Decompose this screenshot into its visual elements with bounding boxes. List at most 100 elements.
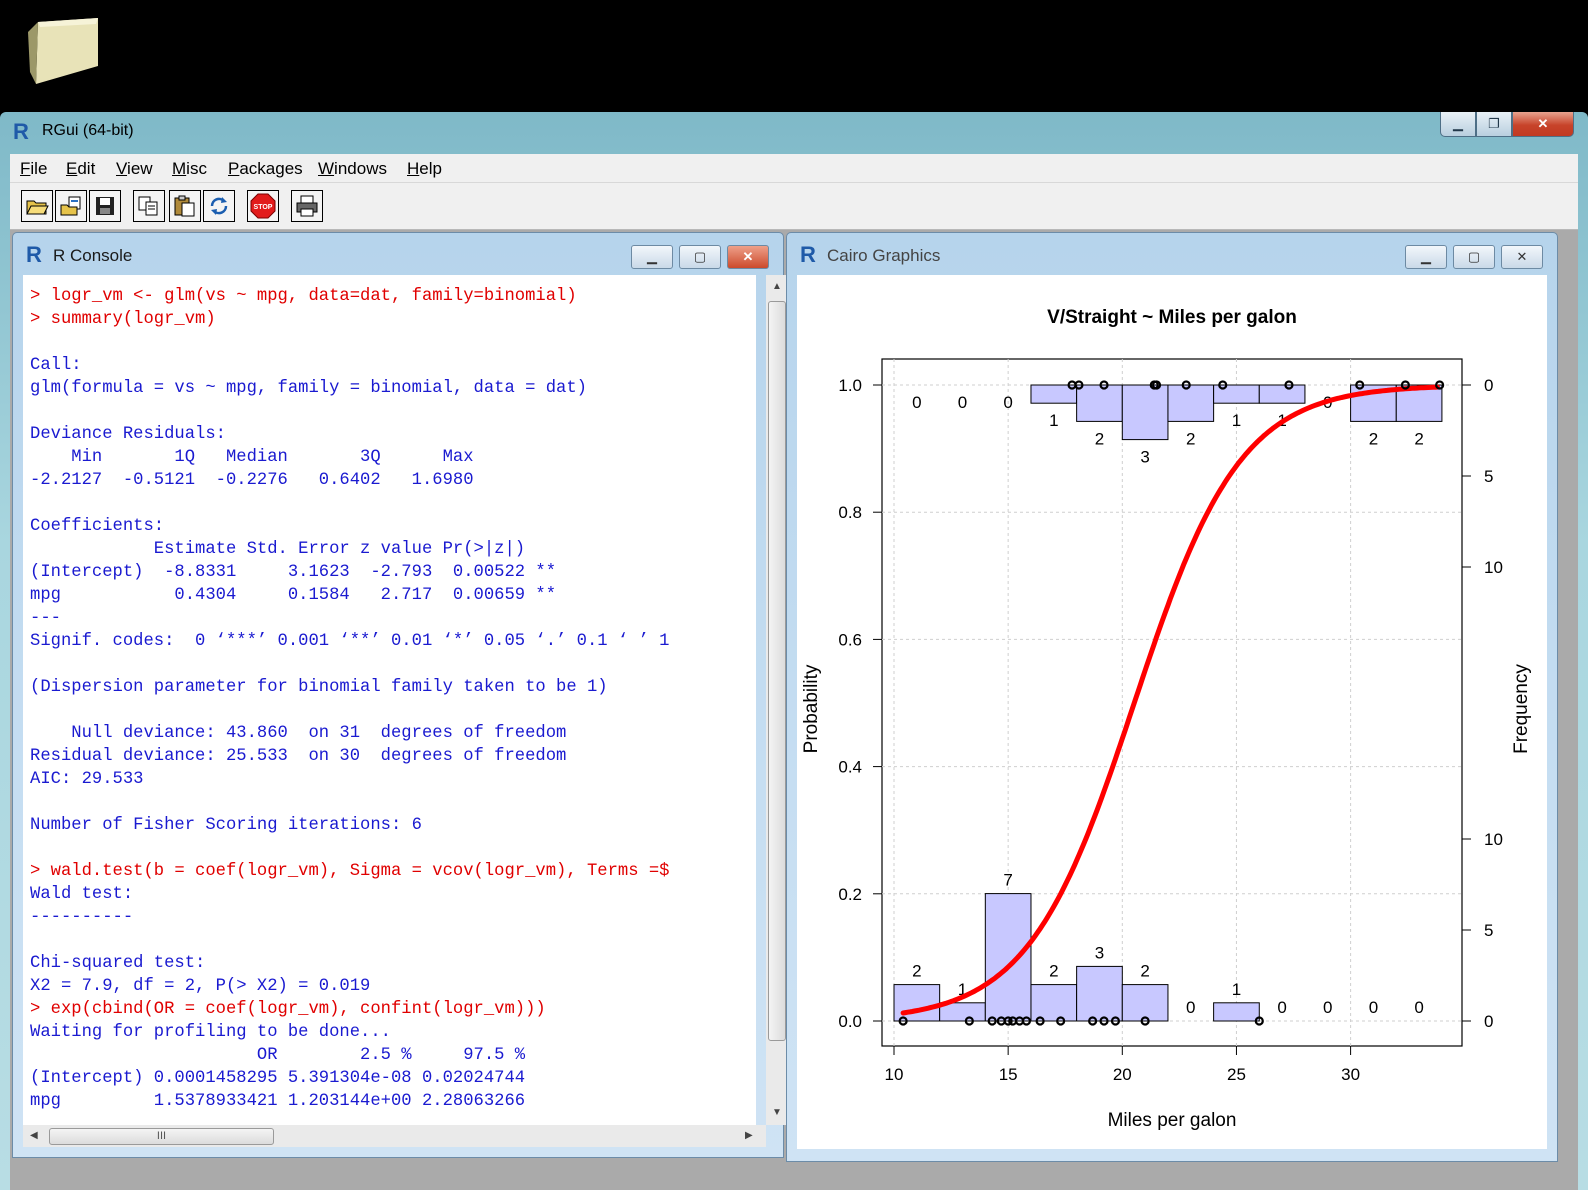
svg-text:R: R	[800, 243, 816, 265]
close-icon: ✕	[1537, 116, 1549, 131]
graphics-minimize-button[interactable]: ▁	[1405, 245, 1447, 269]
r-logo-icon: R	[800, 243, 816, 265]
console-input-line: > exp(cbind(OR = coef(logr_vm), confint(…	[30, 1000, 546, 1019]
scroll-left-arrow-icon[interactable]: ◀	[30, 1130, 38, 1141]
console-output-line: Null deviance: 43.860 on 31 degrees of f…	[30, 724, 567, 743]
console-output-line: Chi-squared test:	[30, 954, 206, 973]
toolbar: STOP	[10, 183, 1578, 230]
console-input-line: > summary(logr_vm)	[30, 310, 216, 329]
graphics-maximize-button[interactable]: ▢	[1453, 245, 1495, 269]
copy-icon	[138, 196, 158, 216]
r-logo-icon: R	[13, 120, 29, 142]
y2-tick-label: 10	[1484, 830, 1503, 849]
bar-count-label: 2	[1186, 429, 1195, 448]
rgui-titlebar[interactable]: R RGui (64-bit) ▁ ❐ ✕	[0, 112, 1588, 150]
stop-icon: STOP	[250, 193, 276, 219]
minimize-button[interactable]: ▁	[1440, 112, 1476, 137]
console-output-line: Estimate Std. Error z value Pr(>|z|)	[30, 540, 526, 559]
console-output-line: mpg 0.4304 0.1584 2.717 0.00659 **	[30, 586, 557, 605]
bar-count-label: 0	[1369, 998, 1378, 1017]
console-maximize-button[interactable]: ▢	[679, 245, 721, 269]
histogram-bar-bottom	[1213, 1002, 1260, 1022]
logistic-curve	[900, 384, 1440, 1016]
menu-misc[interactable]: Misc	[172, 159, 207, 179]
maximize-button[interactable]: ❐	[1476, 112, 1512, 137]
histogram-bar-bottom	[984, 893, 1032, 1022]
console-output-line: X2 = 7.9, df = 2, P(> X2) = 0.019	[30, 977, 371, 996]
load-workspace-icon	[60, 196, 81, 216]
graphics-close-button[interactable]: ✕	[1501, 245, 1543, 269]
histogram-bar-top	[1076, 384, 1123, 422]
bar-count-label: 3	[1140, 448, 1149, 467]
svg-text:R: R	[13, 120, 29, 142]
save-workspace-button[interactable]	[89, 190, 121, 222]
console-output-line: Number of Fisher Scoring iterations: 6	[30, 816, 422, 835]
y2-tick-label: 0	[1484, 1012, 1493, 1031]
menu-bar: File Edit View Misc Packages Windows Hel…	[10, 154, 1578, 183]
y2-tick-label: 10	[1484, 558, 1503, 577]
print-button[interactable]	[291, 190, 323, 222]
console-output-line: mpg 1.5378933421 1.203144e+00 2.28063266	[30, 1092, 526, 1111]
close-icon: ✕	[742, 249, 754, 264]
menu-edit[interactable]: Edit	[66, 159, 95, 179]
menu-windows[interactable]: Windows	[318, 159, 387, 179]
bar-count-label: 3	[1095, 943, 1104, 962]
chart-title: V/Straight ~ Miles per galon	[1047, 307, 1297, 328]
bar-count-label: 2	[1095, 429, 1104, 448]
console-output-line: Waiting for profiling to be done...	[30, 1023, 391, 1042]
y-tick-label: 0.0	[838, 1012, 862, 1031]
console-output-line: AIC: 29.533	[30, 770, 144, 789]
console-horizontal-scrollbar[interactable]: ◀ III ▶	[23, 1125, 766, 1147]
bar-count-label: 0	[912, 393, 921, 412]
x-tick-label: 15	[999, 1065, 1018, 1084]
maximize-icon: ▢	[693, 249, 707, 264]
console-minimize-button[interactable]: ▁	[631, 245, 673, 269]
plot-frame	[881, 358, 1463, 1047]
console-close-button[interactable]: ✕	[727, 245, 769, 269]
open-script-icon	[26, 200, 49, 215]
refresh-button[interactable]	[203, 190, 235, 222]
console-output-line: Deviance Residuals:	[30, 425, 226, 444]
histogram-bar-bottom	[1121, 984, 1169, 1022]
menu-view[interactable]: View	[116, 159, 153, 179]
close-icon: ✕	[1516, 249, 1528, 264]
console-output[interactable]: > logr_vm <- glm(vs ~ mpg, data=dat, fam…	[23, 275, 756, 1125]
console-input-line: > wald.test(b = coef(logr_vm), Sigma = v…	[30, 862, 670, 881]
plot-area: V/Straight ~ Miles per galon Miles per g…	[797, 275, 1547, 1149]
close-button[interactable]: ✕	[1512, 112, 1574, 137]
copy-button[interactable]	[133, 190, 165, 222]
console-output-line: (Dispersion parameter for binomial famil…	[30, 678, 608, 697]
r-logo-icon: R	[26, 243, 42, 265]
scroll-down-arrow-icon[interactable]: ▼	[772, 1107, 782, 1118]
menu-help[interactable]: Help	[407, 159, 442, 179]
console-vscroll-thumb[interactable]	[768, 301, 786, 1041]
menu-file[interactable]: File	[20, 159, 47, 179]
minimize-icon: ▁	[1453, 116, 1463, 131]
scroll-right-arrow-icon[interactable]: ▶	[745, 1130, 753, 1141]
y2-tick-label: 5	[1484, 467, 1493, 486]
y2-tick-label: 0	[1484, 376, 1493, 395]
load-workspace-button[interactable]	[55, 190, 87, 222]
bar-count-label: 2	[912, 962, 921, 981]
scroll-up-arrow-icon[interactable]: ▲	[772, 281, 782, 292]
paste-button[interactable]	[169, 190, 201, 222]
bar-count-label: 2	[1049, 962, 1058, 981]
menu-packages[interactable]: Packages	[228, 159, 303, 179]
graphics-title: Cairo Graphics	[827, 246, 941, 265]
console-output-line: Min 1Q Median 3Q Max	[30, 448, 474, 467]
bar-count-label: 1	[1049, 411, 1058, 430]
open-script-button[interactable]	[21, 190, 53, 222]
console-hscroll-thumb[interactable]: III	[49, 1128, 274, 1145]
y2-axis-label: Frequency	[1511, 664, 1532, 754]
print-icon	[296, 195, 318, 217]
minimize-icon: ▁	[1421, 249, 1431, 264]
bar-count-label: 0	[1414, 998, 1423, 1017]
app-title: RGui (64-bit)	[42, 122, 134, 139]
console-input-line: > logr_vm <- glm(vs ~ mpg, data=dat, fam…	[30, 287, 577, 306]
x-axis-label: Miles per galon	[1108, 1110, 1237, 1131]
stop-button[interactable]: STOP	[247, 190, 279, 222]
